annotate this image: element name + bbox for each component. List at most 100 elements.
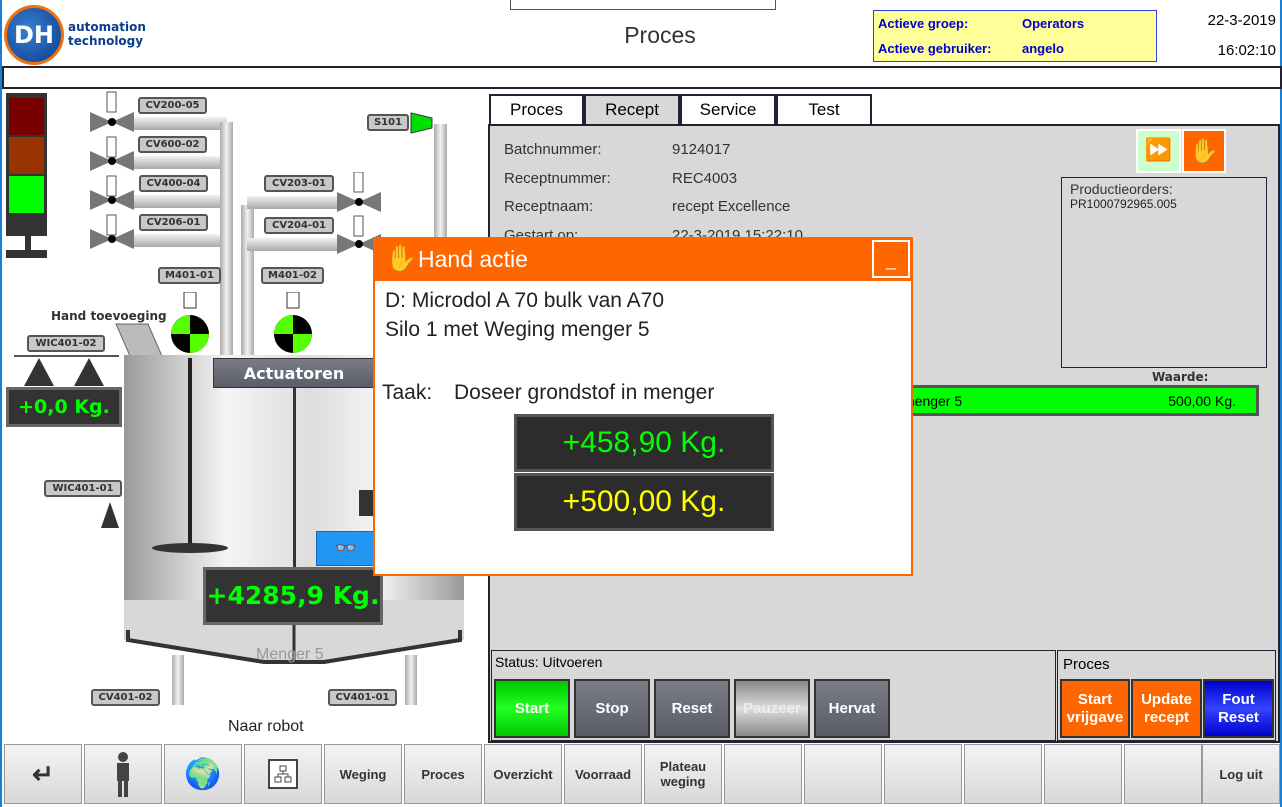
- nav-overzicht[interactable]: Overzicht: [484, 744, 562, 804]
- hand-weight-display: +0,0 Kg.: [6, 387, 122, 427]
- scale-tag-wic401-02[interactable]: WIC401-02: [27, 335, 105, 352]
- start-release-button[interactable]: Start vrijgave: [1060, 679, 1130, 738]
- valve-tag-cv204-01[interactable]: CV204-01: [264, 217, 334, 234]
- active-info-box: Actieve groep: Operators Actieve gebruik…: [873, 10, 1157, 62]
- nav-weging[interactable]: Weging: [324, 744, 402, 804]
- stack-light-green: [9, 176, 44, 213]
- logo-text: automation technology: [68, 20, 146, 48]
- valve-tag-cv401-01[interactable]: CV401-01: [328, 689, 397, 706]
- nav-enter-button[interactable]: ↵: [4, 744, 82, 804]
- task-label: Taak:: [382, 381, 433, 404]
- fast-forward-icon: ⏩: [1144, 138, 1173, 163]
- batch-label: Batchnummer:: [504, 141, 602, 158]
- silo-tag-s101[interactable]: S101: [367, 114, 409, 131]
- setpoint-weight-display: +500,00 Kg.: [514, 473, 774, 531]
- motor-tag-m401-02[interactable]: M401-02: [261, 267, 324, 284]
- hopper-icon: [115, 323, 163, 357]
- group-value: Operators: [1022, 16, 1085, 31]
- nav-empty[interactable]: [884, 744, 962, 804]
- batch-value: 9124017: [672, 141, 731, 158]
- tab-test[interactable]: Test: [776, 94, 872, 125]
- hand-icon: ✋: [385, 243, 418, 273]
- mixer-weight-display: +4285,9 Kg.: [203, 567, 383, 625]
- stack-light: [6, 93, 47, 236]
- dialog-header[interactable]: ✋ Hand actie _: [375, 239, 911, 281]
- motor-icon[interactable]: [272, 292, 316, 358]
- proces-panel-label: Proces: [1063, 656, 1110, 673]
- production-orders-label: Productieorders:: [1070, 181, 1173, 197]
- valve-tag-cv200-05[interactable]: CV200-05: [138, 97, 207, 114]
- tab-proces[interactable]: Proces: [489, 94, 584, 125]
- fast-forward-button[interactable]: ⏩: [1136, 129, 1181, 173]
- nav-proces[interactable]: Proces: [404, 744, 482, 804]
- tab-service[interactable]: Service: [680, 94, 776, 125]
- resume-button[interactable]: Hervat: [814, 679, 890, 738]
- recipe-number-value: REC4003: [672, 170, 738, 187]
- tab-recept[interactable]: Recept: [584, 94, 680, 125]
- pipe: [132, 117, 227, 130]
- valve-tag-cv600-02[interactable]: CV600-02: [138, 136, 207, 153]
- glasses-button[interactable]: 👓: [316, 531, 376, 566]
- recipe-name-value: recept Excellence: [672, 198, 791, 215]
- nav-voorraad[interactable]: Voorraad: [564, 744, 642, 804]
- valve-tag-cv400-04[interactable]: CV400-04: [139, 175, 208, 192]
- scale-tag-wic401-01[interactable]: WIC401-01: [44, 480, 122, 497]
- production-orders-box: Productieorders: PR1000792965.005: [1061, 177, 1267, 368]
- error-reset-button[interactable]: Fout Reset: [1203, 679, 1274, 738]
- to-robot-label: Naar robot: [228, 718, 304, 735]
- valve-tag-cv203-01[interactable]: CV203-01: [264, 175, 334, 192]
- stack-light-orange: [9, 137, 44, 174]
- recipe-number-label: Receptnummer:: [504, 170, 611, 187]
- user-icon: [117, 752, 129, 797]
- hand-action-button[interactable]: ✋: [1182, 129, 1226, 173]
- silo-outlet-icon: [410, 112, 433, 134]
- actuators-button[interactable]: Actuatoren: [213, 358, 375, 388]
- recipe-name-label: Receptnaam:: [504, 198, 594, 215]
- valve-tag-cv401-02[interactable]: CV401-02: [91, 689, 160, 706]
- nav-empty[interactable]: [964, 744, 1042, 804]
- minimize-button[interactable]: _: [872, 240, 910, 278]
- scale-icon: [14, 355, 119, 386]
- motor-icon[interactable]: [169, 292, 213, 358]
- status-label: Status: Uitvoeren: [495, 654, 603, 670]
- stack-light-pole: [25, 236, 31, 251]
- pipe: [247, 196, 337, 209]
- pipe: [405, 655, 417, 705]
- logo-text-1: automation: [68, 20, 146, 34]
- nav-log-out[interactable]: Log uit: [1202, 744, 1280, 804]
- sensor-icon: [101, 502, 119, 528]
- nav-empty[interactable]: [724, 744, 802, 804]
- reset-button[interactable]: Reset: [654, 679, 730, 738]
- material-line-1: D: Microdol A 70 bulk van A70: [385, 289, 664, 312]
- active-step-row[interactable]: menger 5 500,00 Kg.: [882, 385, 1259, 416]
- start-button[interactable]: Start: [494, 679, 570, 738]
- nav-language-button[interactable]: 🌍: [164, 744, 242, 804]
- stop-button[interactable]: Stop: [574, 679, 650, 738]
- nav-network-button[interactable]: [244, 744, 322, 804]
- pipe: [132, 234, 224, 247]
- date: 22-3-2019: [1207, 12, 1276, 29]
- value-label: Waarde:: [1152, 370, 1209, 384]
- pause-button[interactable]: Pauzeer: [734, 679, 810, 738]
- nav-empty[interactable]: [1124, 744, 1202, 804]
- logo: DH: [4, 5, 64, 65]
- dialog-title: Hand actie: [418, 246, 528, 272]
- nav-user-button[interactable]: [84, 744, 162, 804]
- motor-tag-m401-01[interactable]: M401-01: [158, 267, 221, 284]
- update-recipe-button[interactable]: Update recept: [1131, 679, 1202, 738]
- enter-icon: ↵: [32, 758, 54, 789]
- nav-empty[interactable]: [1044, 744, 1122, 804]
- valve-tag-cv206-01[interactable]: CV206-01: [139, 214, 208, 231]
- agitator-shaft: [188, 358, 192, 548]
- network-icon: [268, 759, 298, 789]
- actual-weight-display: +458,90 Kg.: [514, 414, 774, 472]
- nav-plateau-weging[interactable]: Plateau weging: [644, 744, 722, 804]
- pipe: [247, 238, 337, 251]
- user-label: Actieve gebruiker:: [878, 41, 992, 56]
- user-value: angelo: [1022, 41, 1064, 56]
- logo-letters: DH: [13, 21, 54, 49]
- production-order-item[interactable]: PR1000792965.005: [1070, 197, 1266, 211]
- nav-empty[interactable]: [804, 744, 882, 804]
- material-line-2: Silo 1 met Weging menger 5: [385, 318, 650, 341]
- task-value: Doseer grondstof in menger: [454, 381, 715, 404]
